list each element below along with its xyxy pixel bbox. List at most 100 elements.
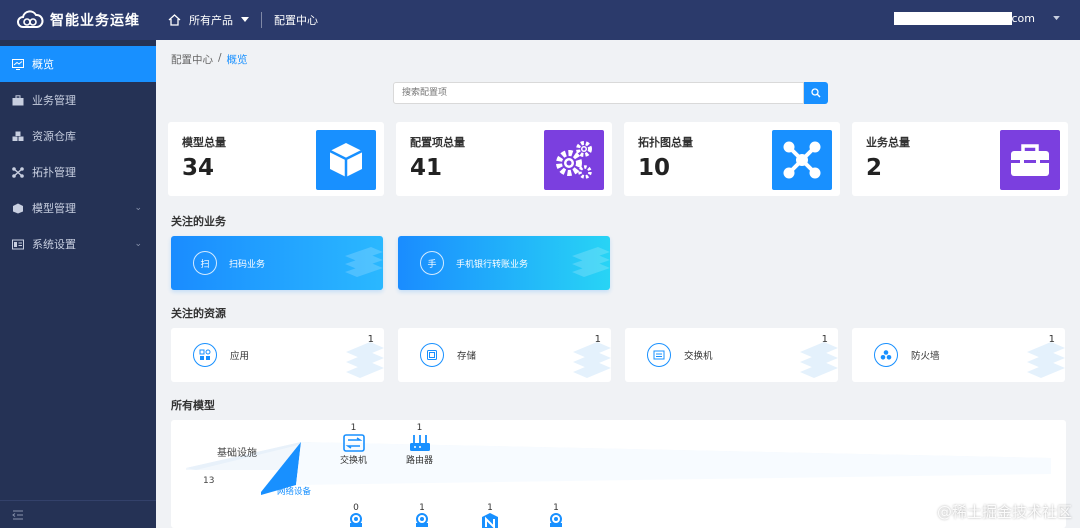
cloud-logo-icon	[17, 10, 44, 28]
stat-value: 2	[866, 155, 883, 181]
sidebar-item-label: 系统设置	[32, 238, 76, 251]
config-center-link[interactable]: 配置中心	[274, 12, 318, 28]
cubes-icon	[12, 131, 24, 141]
storage-icon	[420, 343, 444, 367]
sidebar-item-business[interactable]: 业务管理	[0, 82, 156, 118]
resource-label: 应用	[230, 351, 250, 362]
sidebar-item-overview[interactable]: 概览	[0, 46, 156, 82]
caret-down-icon	[1053, 16, 1060, 21]
user-name-mask	[893, 12, 1012, 25]
resource-label: 防火墙	[911, 351, 940, 362]
search-icon	[811, 88, 821, 98]
model-node[interactable]: 1	[481, 503, 499, 528]
business-card[interactable]: 扫 扫码业务	[171, 236, 383, 290]
stack-decoration-icon	[572, 247, 610, 277]
stat-label: 业务总量	[866, 136, 910, 149]
model-node[interactable]: 0	[348, 503, 364, 527]
breadcrumb-root[interactable]: 配置中心	[171, 52, 213, 67]
resource-card-firewall[interactable]: 防火墙 1	[852, 328, 1065, 382]
model-node[interactable]: 1	[414, 503, 430, 527]
stat-label: 模型总量	[182, 136, 226, 149]
sidebar-item-models[interactable]: 模型管理 ⌄	[0, 190, 156, 226]
app-logo[interactable]: 智能业务运维	[0, 10, 156, 30]
n-icon	[482, 513, 498, 528]
model-node-router[interactable]: 1 路由器	[406, 423, 433, 466]
model-node-count: 1	[553, 503, 559, 513]
sidebar-item-topology[interactable]: 拓扑管理	[0, 154, 156, 190]
business-label: 扫码业务	[229, 259, 266, 270]
infrastructure-band	[186, 442, 1051, 495]
sidebar-item-label: 拓扑管理	[32, 166, 76, 179]
resource-label: 交换机	[684, 351, 713, 362]
sidebar-item-label: 业务管理	[32, 94, 76, 107]
business-card[interactable]: 手 手机银行转账业务	[398, 236, 610, 290]
stat-card-config-items[interactable]: 配置项总量 41	[396, 122, 612, 196]
switch-icon	[342, 434, 365, 452]
model-node-label: 交换机	[340, 456, 368, 466]
products-label: 所有产品	[189, 14, 233, 27]
search-button[interactable]	[804, 82, 828, 104]
sidebar-item-label: 资源仓库	[32, 130, 76, 143]
model-node-label: 路由器	[406, 456, 434, 466]
search-input[interactable]	[393, 82, 804, 104]
resource-card-app[interactable]: 应用 1	[171, 328, 384, 382]
device-icon	[350, 513, 362, 527]
user-menu[interactable]: com	[893, 12, 1061, 25]
cube-icon	[316, 130, 376, 190]
model-node-count: 1	[487, 503, 493, 513]
model-node-count: 0	[353, 503, 359, 513]
stat-value: 10	[638, 155, 671, 181]
business-label: 手机银行转账业务	[456, 259, 529, 270]
topology-icon	[772, 130, 832, 190]
firewall-icon	[874, 343, 898, 367]
switch-icon	[647, 343, 671, 367]
resource-label: 存储	[457, 351, 477, 362]
model-node-switch[interactable]: 1 交换机	[340, 423, 367, 466]
stack-decoration-icon	[800, 342, 838, 378]
stack-decoration-icon	[573, 342, 611, 378]
breadcrumb-current: 概览	[226, 54, 248, 66]
home-icon	[168, 14, 181, 26]
briefcase-icon	[12, 94, 24, 105]
router-icon	[409, 435, 430, 451]
gears-icon	[544, 130, 604, 190]
stack-decoration-icon	[345, 247, 383, 277]
model-group-count: 13	[203, 476, 215, 486]
sidebar-collapse-button[interactable]	[0, 500, 156, 528]
dashboard-icon	[12, 58, 24, 70]
main-content: 配置中心 / 概览 模型总量 34 配置项总量 41 拓扑图总量 10 业务总量…	[156, 40, 1080, 528]
model-node-count: 1	[419, 503, 425, 513]
top-bar: 智能业务运维 所有产品 配置中心 com	[0, 0, 1080, 40]
stack-decoration-icon	[1027, 342, 1065, 378]
sidebar-item-settings[interactable]: 系统设置 ⌄	[0, 226, 156, 262]
business-icon: 扫	[193, 251, 217, 275]
section-title-models: 所有模型	[171, 399, 215, 412]
section-title-business: 关注的业务	[171, 215, 226, 228]
app-icon	[193, 343, 217, 367]
toolbox-icon	[1000, 130, 1060, 190]
stat-card-topology[interactable]: 拓扑图总量 10	[624, 122, 840, 196]
resource-card-storage[interactable]: 存储 1	[398, 328, 611, 382]
products-menu[interactable]: 所有产品	[168, 12, 249, 28]
business-icon: 手	[420, 251, 444, 275]
stack-decoration-icon	[346, 342, 384, 378]
model-node[interactable]: 1	[548, 503, 564, 527]
device-icon	[416, 513, 428, 527]
watermark: @稀土掘金技术社区	[936, 503, 1072, 521]
menu-fold-icon	[12, 510, 23, 519]
stat-card-models[interactable]: 模型总量 34	[168, 122, 384, 196]
sidebar: 概览 业务管理 资源仓库 拓扑管理 模型管理 ⌄ 系统设置 ⌄	[0, 40, 156, 528]
nav-divider	[261, 12, 262, 28]
stat-card-business[interactable]: 业务总量 2	[852, 122, 1068, 196]
sidebar-item-resources[interactable]: 资源仓库	[0, 118, 156, 154]
device-icon	[550, 513, 562, 527]
caret-down-icon	[241, 17, 249, 22]
sidebar-item-label: 概览	[32, 58, 54, 71]
section-title-resources: 关注的资源	[171, 307, 226, 320]
stat-label: 拓扑图总量	[638, 136, 693, 149]
cube-icon	[13, 203, 23, 213]
model-group-sublabel: 网络设备	[277, 487, 312, 497]
stat-value: 41	[410, 155, 443, 181]
resource-card-switch[interactable]: 交换机 1	[625, 328, 838, 382]
user-suffix: com	[1011, 12, 1036, 25]
